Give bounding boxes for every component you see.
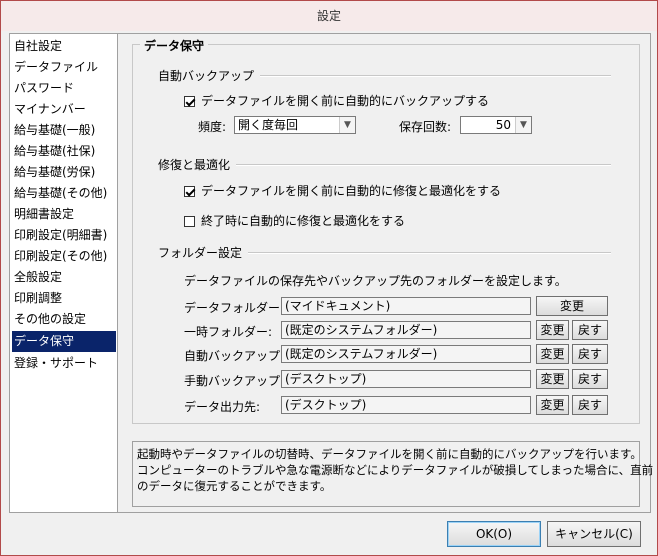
sidebar-item-salary-labor[interactable]: 給与基礎(労保): [12, 162, 116, 183]
auto-backup-divider: [236, 75, 611, 77]
auto-backup-folder-label: 自動バックアップ:: [184, 349, 285, 363]
window-title: 設定: [1, 1, 657, 31]
backup-count-label: 保存回数:: [399, 120, 452, 134]
sidebar-item-data-file[interactable]: データファイル: [12, 57, 116, 78]
data-output-folder-change-button[interactable]: 変更: [536, 395, 569, 415]
backup-count-select[interactable]: 50 ▼: [460, 116, 532, 134]
folders-description: データファイルの保存先やバックアップ先のフォルダーを設定します。: [184, 274, 567, 288]
content-area: データ保守 自動バックアップ データファイルを開く前に自動的にバックアップする …: [126, 34, 646, 429]
group-title: データ保守: [140, 37, 209, 54]
chevron-down-icon[interactable]: ▼: [515, 117, 531, 133]
temp-folder-change-button[interactable]: 変更: [536, 320, 569, 340]
data-output-folder-label: データ出力先:: [184, 400, 261, 414]
sidebar-item-my-number[interactable]: マイナンバー: [12, 99, 116, 120]
folders-divider: [238, 252, 611, 254]
info-line-3: のデータに復元することができます。: [137, 479, 332, 493]
settings-window: 設定 自社設定 データファイル パスワード マイナンバー 給与基礎(一般) 給与…: [0, 0, 658, 556]
manual-backup-folder-label: 手動バックアップ:: [184, 374, 285, 388]
temp-folder-reset-button[interactable]: 戻す: [572, 320, 608, 340]
sidebar-item-password[interactable]: パスワード: [12, 78, 116, 99]
data-output-folder-path: (デスクトップ): [281, 396, 531, 414]
frequency-value: 開く度毎回: [238, 118, 299, 132]
sidebar-item-salary-general[interactable]: 給与基礎(一般): [12, 120, 116, 141]
manual-backup-folder-reset-button[interactable]: 戻す: [572, 369, 608, 389]
repair-before-open-row[interactable]: データファイルを開く前に自動的に修復と最適化をする: [184, 182, 501, 199]
manual-backup-folder-change-button[interactable]: 変更: [536, 369, 569, 389]
repair-before-open-label: データファイルを開く前に自動的に修復と最適化をする: [201, 184, 502, 198]
data-folder-label: データフォルダー:: [184, 301, 285, 315]
data-folder-change-button[interactable]: 変更: [536, 296, 608, 316]
frequency-select[interactable]: 開く度毎回 ▼: [234, 116, 356, 134]
auto-backup-folder-path: (既定のシステムフォルダー): [281, 345, 531, 363]
sidebar-item-salary-other[interactable]: 給与基礎(その他): [12, 183, 116, 204]
ok-button[interactable]: OK(O): [447, 521, 541, 547]
auto-backup-heading: 自動バックアップ: [158, 67, 261, 84]
repair-on-exit-checkbox[interactable]: [184, 216, 195, 227]
cancel-button[interactable]: キャンセル(C): [547, 521, 641, 547]
frequency-label: 頻度:: [198, 120, 227, 134]
info-line-1: 起動時やデータファイルの切替時、データファイルを開く前に自動的にバックアップを行…: [137, 447, 642, 461]
auto-backup-checkbox[interactable]: [184, 96, 195, 107]
data-folder-path: (マイドキュメント): [281, 297, 531, 315]
sidebar-item-salary-social[interactable]: 給与基礎(社保): [12, 141, 116, 162]
info-line-2: コンピューターのトラブルや急な電源断などによりデータファイルが破損してしまった場…: [137, 463, 654, 477]
sidebar-item-print-statement[interactable]: 印刷設定(明細書): [12, 225, 116, 246]
sidebar-item-data-maintenance[interactable]: データ保守: [12, 331, 116, 352]
folders-heading: フォルダー設定: [158, 244, 249, 261]
auto-backup-folder-change-button[interactable]: 変更: [536, 344, 569, 364]
sidebar-item-statement[interactable]: 明細書設定: [12, 204, 116, 225]
temp-folder-path: (既定のシステムフォルダー): [281, 321, 531, 339]
temp-folder-label: 一時フォルダー:: [184, 325, 273, 339]
chevron-down-icon[interactable]: ▼: [339, 117, 355, 133]
sidebar-item-print-adjust[interactable]: 印刷調整: [12, 288, 116, 309]
sidebar-item-print-other[interactable]: 印刷設定(その他): [12, 246, 116, 267]
sidebar: 自社設定 データファイル パスワード マイナンバー 給与基礎(一般) 給与基礎(…: [10, 34, 118, 512]
sidebar-item-general[interactable]: 全般設定: [12, 267, 116, 288]
sidebar-item-other-settings[interactable]: その他の設定: [12, 309, 116, 330]
repair-on-exit-label: 終了時に自動的に修復と最適化をする: [201, 214, 406, 228]
sidebar-item-company[interactable]: 自社設定: [12, 36, 116, 57]
info-description-box: 起動時やデータファイルの切替時、データファイルを開く前に自動的にバックアップを行…: [132, 441, 654, 507]
manual-backup-folder-path: (デスクトップ): [281, 370, 531, 388]
data-output-folder-reset-button[interactable]: 戻す: [572, 395, 608, 415]
auto-backup-checkbox-label: データファイルを開く前に自動的にバックアップする: [201, 94, 490, 108]
repair-divider: [226, 164, 611, 166]
repair-on-exit-row[interactable]: 終了時に自動的に修復と最適化をする: [184, 212, 405, 229]
backup-count-value: 50: [495, 118, 511, 132]
repair-heading: 修復と最適化: [158, 156, 237, 173]
repair-before-open-checkbox[interactable]: [184, 186, 195, 197]
auto-backup-checkbox-row[interactable]: データファイルを開く前に自動的にバックアップする: [184, 92, 489, 109]
sidebar-item-registration-support[interactable]: 登録・サポート: [12, 353, 116, 374]
auto-backup-folder-reset-button[interactable]: 戻す: [572, 344, 608, 364]
